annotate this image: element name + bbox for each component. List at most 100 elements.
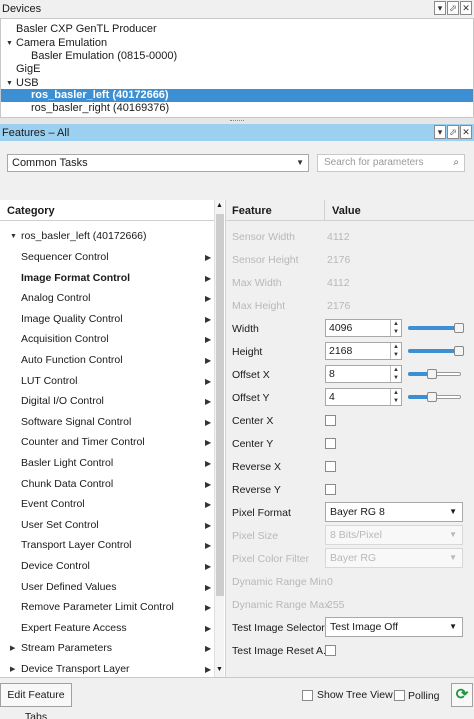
chevron-down-icon: ▼ [449,530,457,539]
expand-down-icon[interactable]: ▼ [6,40,13,47]
feature-header-divider [226,220,474,221]
spin-arrows-icon[interactable]: ▲ ▼ [390,343,401,359]
category-item[interactable]: Sequencer Control [21,250,109,264]
slider-handle[interactable] [454,323,464,333]
search-input[interactable]: Search for parameters ⌕ [317,154,465,172]
test-image-reset-checkbox[interactable] [325,645,336,656]
spin-arrows-icon[interactable]: ▲ ▼ [390,389,401,405]
pixel-format-select[interactable]: Bayer RG 8 ▼ [325,502,463,522]
tree-item-basler-emulation[interactable]: Basler Emulation (0815-0000) [31,50,177,63]
chevron-right-icon[interactable]: ▶ [205,603,211,612]
category-item[interactable]: LUT Control [21,374,77,388]
float-icon[interactable]: ⬀ [447,1,459,15]
tree-item-camera-emulation[interactable]: Camera Emulation [16,37,107,50]
scrollbar-thumb[interactable] [216,214,224,596]
chevron-right-icon[interactable]: ▶ [205,644,211,653]
chevron-right-icon[interactable]: ▶ [205,253,211,262]
chevron-right-icon[interactable]: ▶ [205,500,211,509]
collapse-icon[interactable]: ▾ [434,1,446,15]
chevron-right-icon[interactable]: ▶ [205,583,211,592]
center-x-checkbox[interactable] [325,415,336,426]
pixel-color-filter-value: Bayer RG [330,552,377,564]
chevron-right-icon[interactable]: ▶ [205,480,211,489]
edit-feature-tabs-button[interactable]: Edit Feature Tabs [0,683,72,719]
reverse-x-checkbox[interactable] [325,461,336,472]
polling-checkbox[interactable] [394,690,405,701]
category-item[interactable]: User Set Control [21,518,99,532]
feature-width: Width [232,323,259,335]
category-item[interactable]: Digital I/O Control [21,394,104,408]
close-icon[interactable]: ✕ [460,1,472,15]
category-item[interactable]: Transport Layer Control [21,538,132,552]
chevron-right-icon[interactable]: ▶ [205,315,211,324]
chevron-right-icon[interactable]: ▶ [205,438,211,447]
expand-right-icon[interactable]: ▶ [10,644,15,652]
slider-handle[interactable] [454,346,464,356]
view-select[interactable]: Common Tasks ▼ [7,154,309,172]
chevron-right-icon[interactable]: ▶ [205,562,211,571]
chevron-right-icon[interactable]: ▶ [205,624,211,633]
offset-y-spinbox[interactable]: 4 ▲ ▼ [325,388,402,406]
feature-reverse-x: Reverse X [232,461,282,473]
scroll-down-icon[interactable]: ▼ [216,666,223,673]
height-spinbox[interactable]: 2168 ▲ ▼ [325,342,402,360]
reverse-y-checkbox[interactable] [325,484,336,495]
offset-x-spinbox[interactable]: 8 ▲ ▼ [325,365,402,383]
category-item[interactable]: Device Control [21,559,90,573]
chevron-right-icon[interactable]: ▶ [205,377,211,386]
category-item[interactable]: Basler Light Control [21,456,113,470]
feature-max-width: Max Width [232,277,282,289]
spin-arrows-icon[interactable]: ▲ ▼ [390,366,401,382]
root-category[interactable]: ros_basler_left (40172666) [21,229,147,243]
category-item[interactable]: Stream Parameters [21,641,112,655]
category-item[interactable]: Counter and Timer Control [21,435,145,449]
slider-handle[interactable] [427,369,437,379]
feature-offset-y: Offset Y [232,392,270,404]
value-max-width: 4112 [327,277,350,289]
tree-item-gige[interactable]: GigE [16,63,40,76]
collapse-icon[interactable]: ▾ [434,125,446,139]
show-tree-view-checkbox[interactable] [302,690,313,701]
category-item[interactable]: User Defined Values [21,580,117,594]
category-item[interactable]: Device Transport Layer [21,662,130,676]
category-item[interactable]: Image Quality Control [21,312,123,326]
chevron-right-icon[interactable]: ▶ [205,541,211,550]
float-icon[interactable]: ⬀ [447,125,459,139]
category-item[interactable]: Auto Function Control [21,353,123,367]
chevron-right-icon[interactable]: ▶ [205,521,211,530]
chevron-right-icon[interactable]: ▶ [205,397,211,406]
test-image-selector-select[interactable]: Test Image Off ▼ [325,617,463,637]
category-item[interactable]: Chunk Data Control [21,477,113,491]
chevron-right-icon[interactable]: ▶ [205,335,211,344]
width-spinbox[interactable]: 4096 ▲ ▼ [325,319,402,337]
center-y-checkbox[interactable] [325,438,336,449]
tree-item-ros-basler-right[interactable]: ros_basler_right (40169376) [31,102,169,115]
header-divider [324,200,325,220]
chevron-right-icon[interactable]: ▶ [205,418,211,427]
category-item[interactable]: Event Control [21,497,85,511]
category-item[interactable]: Image Format Control [21,271,130,285]
expand-right-icon[interactable]: ▶ [10,665,15,673]
tree-item-selected[interactable]: ros_basler_left (40172666) [1,89,473,102]
expand-down-icon[interactable]: ▼ [6,80,13,87]
category-item[interactable]: Expert Feature Access [21,621,127,635]
category-item[interactable]: Software Signal Control [21,415,131,429]
category-item[interactable]: Acquisition Control [21,332,109,346]
feature-center-y: Center Y [232,438,274,450]
spin-arrows-icon[interactable]: ▲ ▼ [390,320,401,336]
chevron-right-icon[interactable]: ▶ [205,294,211,303]
slider-handle[interactable] [427,392,437,402]
chevron-right-icon[interactable]: ▶ [205,459,211,468]
tree-item-cxp[interactable]: Basler CXP GenTL Producer [16,23,157,36]
feature-center-x: Center X [232,415,274,427]
chevron-right-icon[interactable]: ▶ [205,356,211,365]
expand-down-icon[interactable]: ▼ [10,233,17,240]
features-panel-title: Features – All ▾ ⬀ ✕ [0,124,474,142]
scroll-up-icon[interactable]: ▲ [216,202,223,209]
close-icon[interactable]: ✕ [460,125,472,139]
chevron-right-icon[interactable]: ▶ [205,665,211,674]
chevron-right-icon[interactable]: ▶ [205,274,211,283]
category-item[interactable]: Remove Parameter Limit Control [21,600,174,614]
refresh-icon[interactable]: ⟳ [451,683,473,707]
category-item[interactable]: Analog Control [21,291,90,305]
